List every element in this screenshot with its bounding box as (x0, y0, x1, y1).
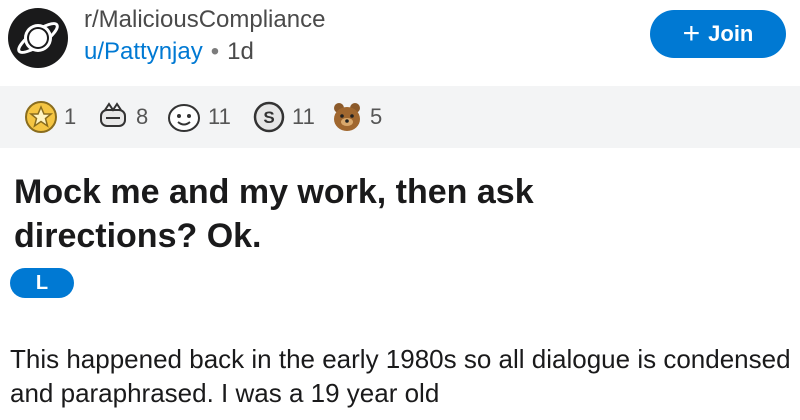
subreddit-name[interactable]: r/MaliciousCompliance (84, 6, 325, 34)
join-label: Join (708, 21, 754, 46)
bear-award-icon (334, 103, 360, 131)
meta-separator: • (210, 38, 220, 65)
planet-icon (17, 22, 59, 54)
awards-bar[interactable]: 1 8 11 S 11 5 (0, 86, 800, 148)
join-button[interactable]: + Join (650, 10, 786, 58)
subreddit-avatar[interactable] (8, 8, 68, 68)
award-count: 8 (136, 104, 149, 129)
post-title[interactable]: Mock me and my work, then ask directions… (14, 170, 714, 258)
award-count: 11 (208, 104, 231, 129)
award-bear[interactable]: 5 (330, 98, 382, 136)
post-flair[interactable]: L (10, 268, 74, 298)
wholesome-award-icon (168, 104, 200, 132)
award-count: 11 (292, 104, 315, 129)
svg-text:S: S (263, 108, 274, 127)
award-silver[interactable]: S 11 (252, 98, 315, 136)
award-wholesome[interactable]: 11 (166, 98, 231, 136)
silver-coin-award-icon: S (253, 101, 285, 133)
plus-icon: + (682, 17, 701, 50)
post-body: This happened back in the early 1980s so… (10, 344, 791, 408)
author-username[interactable]: u/Pattynjay (84, 38, 203, 65)
award-helpful[interactable]: 8 (96, 98, 148, 136)
award-count: 1 (64, 104, 77, 129)
post-meta: u/Pattynjay • 1d (84, 38, 254, 66)
post-age: 1d (227, 38, 254, 65)
award-gold[interactable]: 1 (24, 98, 76, 136)
award-count: 5 (370, 104, 383, 129)
gold-award-icon (25, 101, 57, 133)
helpful-award-icon (100, 102, 126, 127)
